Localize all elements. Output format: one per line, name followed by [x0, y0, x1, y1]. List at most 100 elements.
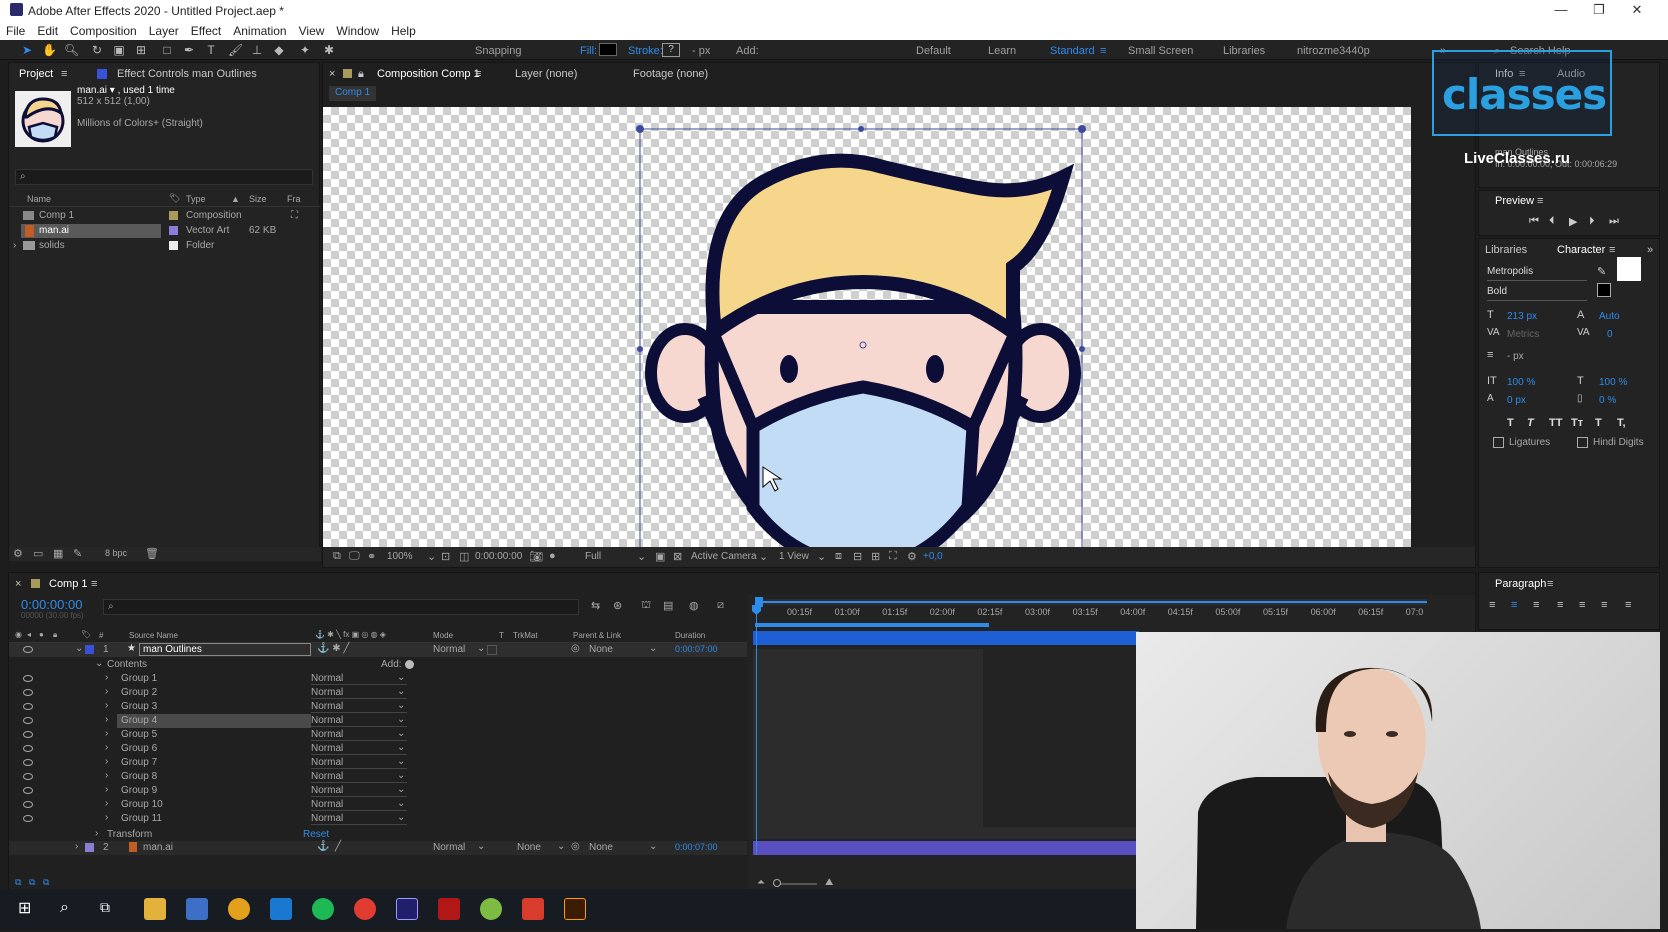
- kerning-value[interactable]: Metrics: [1507, 329, 1539, 340]
- chrome-icon[interactable]: [228, 898, 250, 920]
- group-name[interactable]: Group 3: [121, 701, 157, 712]
- group-row[interactable]: › Group 11 Normal ⌄: [9, 812, 747, 826]
- transparency-grid-icon[interactable]: ⊠: [673, 550, 682, 563]
- stroke-label[interactable]: Stroke:: [628, 45, 663, 57]
- visibility-eye-icon[interactable]: [23, 689, 33, 696]
- group-blend-mode-dropdown[interactable]: Normal: [311, 813, 407, 825]
- app-icon[interactable]: [522, 898, 544, 920]
- exposure-reset-icon[interactable]: ⚙: [907, 550, 917, 563]
- expand-arrow-icon[interactable]: ›: [75, 841, 78, 852]
- group-blend-mode-dropdown[interactable]: Normal: [311, 729, 407, 741]
- fit-icon[interactable]: ⊡: [441, 550, 450, 563]
- new-folder-icon[interactable]: ▭: [33, 547, 43, 560]
- menu-layer[interactable]: Layer: [143, 22, 185, 40]
- workspace-menu-icon[interactable]: ≡: [1100, 45, 1106, 57]
- add-label[interactable]: Add:: [736, 45, 759, 57]
- stroke-swatch[interactable]: ?: [662, 43, 680, 57]
- preview-menu-icon[interactable]: ≡: [1537, 195, 1543, 207]
- col-name[interactable]: Name: [27, 194, 51, 204]
- fast-previews-icon[interactable]: ⊟: [853, 550, 862, 563]
- delete-icon[interactable]: 🗑︎: [145, 547, 159, 560]
- superscript-button[interactable]: T: [1595, 417, 1602, 429]
- always-preview-icon[interactable]: ⧉: [333, 550, 341, 563]
- camera-tool-icon[interactable]: ▣: [112, 43, 126, 57]
- group-blend-mode-dropdown[interactable]: Normal: [311, 701, 407, 713]
- workspace-default[interactable]: Default: [916, 45, 951, 57]
- region-of-interest-icon[interactable]: ▣: [655, 550, 665, 563]
- visibility-eye-icon[interactable]: [23, 759, 33, 766]
- layer-switches[interactable]: ⚓ ✱ ╱: [317, 643, 349, 654]
- trkmat-dropdown[interactable]: None: [517, 842, 541, 853]
- group-row[interactable]: › Group 3 Normal ⌄: [9, 700, 747, 714]
- eyedropper-icon[interactable]: ✎: [1597, 265, 1606, 278]
- toggle-pixel-aspect-icon[interactable]: ⧈: [835, 550, 842, 563]
- group-name[interactable]: Group 9: [121, 785, 157, 796]
- baseline-shift-value[interactable]: 0 px: [1507, 395, 1526, 406]
- visibility-eye-icon[interactable]: [23, 745, 33, 752]
- hindi-digits-checkbox[interactable]: [1577, 437, 1588, 448]
- play-icon[interactable]: ▶: [1569, 215, 1577, 228]
- footage-tab[interactable]: Footage (none): [633, 68, 708, 80]
- selection-tool-icon[interactable]: ➤: [20, 43, 34, 57]
- flowchart-icon[interactable]: ⛶: [889, 550, 897, 563]
- restore-button[interactable]: ❐: [1584, 2, 1614, 18]
- align-right-icon[interactable]: ≡: [1533, 599, 1539, 611]
- windows-start-icon[interactable]: ⊞: [18, 900, 36, 918]
- group-row[interactable]: › Group 4 Normal ⌄: [9, 714, 747, 728]
- fill-color-swatch[interactable]: [1617, 257, 1641, 281]
- group-blend-mode-dropdown[interactable]: Normal: [311, 673, 407, 685]
- font-size-value[interactable]: 213 px: [1507, 311, 1537, 322]
- eraser-tool-icon[interactable]: ◆: [272, 43, 286, 57]
- effect-controls-tab[interactable]: Effect Controls man Outlines: [117, 68, 257, 80]
- menu-edit[interactable]: Edit: [31, 22, 64, 40]
- minimize-button[interactable]: —: [1546, 2, 1576, 17]
- current-time[interactable]: 0:00:00:00: [475, 551, 522, 562]
- workspace-standard[interactable]: Standard: [1050, 45, 1095, 57]
- group-row[interactable]: › Group 8 Normal ⌄: [9, 770, 747, 784]
- project-item-comp[interactable]: Comp 1 Composition ⛶: [9, 209, 321, 223]
- group-row[interactable]: › Group 6 Normal ⌄: [9, 742, 747, 756]
- layer-name[interactable]: man Outlines: [139, 643, 311, 656]
- draft-3d-icon[interactable]: ⊛: [613, 599, 622, 612]
- stroke-color-swatch[interactable]: [1597, 283, 1611, 297]
- ligatures-checkbox[interactable]: [1493, 437, 1504, 448]
- col-frame[interactable]: Fra: [287, 194, 301, 204]
- first-frame-icon[interactable]: ⏮: [1529, 215, 1539, 228]
- visibility-eye-icon[interactable]: [23, 717, 33, 724]
- group-row[interactable]: › Group 9 Normal ⌄: [9, 784, 747, 798]
- previous-frame-icon[interactable]: ⏴: [1549, 215, 1555, 228]
- menu-effect[interactable]: Effect: [185, 22, 227, 40]
- group-row[interactable]: › Group 1 Normal ⌄: [9, 672, 747, 686]
- tracking-value[interactable]: 0: [1607, 329, 1613, 340]
- character-tab[interactable]: Character: [1557, 244, 1605, 256]
- preview-tab[interactable]: Preview: [1495, 195, 1534, 207]
- acrobat-icon[interactable]: [438, 898, 460, 920]
- flowchart-icon[interactable]: ⛶: [291, 210, 298, 221]
- align-left-icon[interactable]: ≡: [1489, 599, 1495, 611]
- layer-row-2[interactable]: › 2 man.ai ⚓ ╱ Normal ⌄ None ⌄ ◎ None ⌄ …: [9, 841, 747, 855]
- time-ruler[interactable]: 00:15f 01:00f 01:15f 02:00f 02:15f 03:00f 03:1…: [747, 607, 1475, 621]
- justify-left-icon[interactable]: ≡: [1557, 599, 1563, 611]
- project-item-solids[interactable]: › solids Folder: [9, 239, 321, 253]
- parent-dropdown[interactable]: None: [589, 644, 613, 655]
- group-name[interactable]: Group 8: [121, 771, 157, 782]
- group-blend-mode-dropdown[interactable]: Normal: [311, 799, 407, 811]
- group-blend-mode-dropdown[interactable]: Normal: [311, 757, 407, 769]
- motion-blur-icon[interactable]: ◍: [689, 599, 699, 612]
- layer-row-1[interactable]: ⌄ 1 ★ man Outlines ⚓ ✱ ╱ Normal ⌄ ◎ None…: [9, 643, 747, 657]
- layer-switches[interactable]: ⚓ ╱: [317, 841, 341, 852]
- illustrator-icon[interactable]: [564, 898, 586, 920]
- roto-brush-tool-icon[interactable]: ✦: [298, 43, 312, 57]
- justify-all-icon[interactable]: ≡: [1625, 599, 1631, 611]
- exposure-value[interactable]: +0,0: [923, 551, 943, 562]
- col-type[interactable]: Type: [186, 194, 206, 204]
- visibility-eye-icon[interactable]: [23, 773, 33, 780]
- close-button[interactable]: ✕: [1622, 2, 1652, 18]
- project-tab[interactable]: Project: [19, 68, 53, 80]
- add-content-button[interactable]: [405, 660, 414, 669]
- mask-view-icon[interactable]: ⚭: [367, 550, 376, 563]
- last-frame-icon[interactable]: ⏭: [1609, 215, 1619, 228]
- group-blend-mode-dropdown[interactable]: Normal: [311, 687, 407, 699]
- character-menu-icon[interactable]: ≡: [1609, 244, 1615, 256]
- col-trkmat[interactable]: TrkMat: [513, 631, 538, 640]
